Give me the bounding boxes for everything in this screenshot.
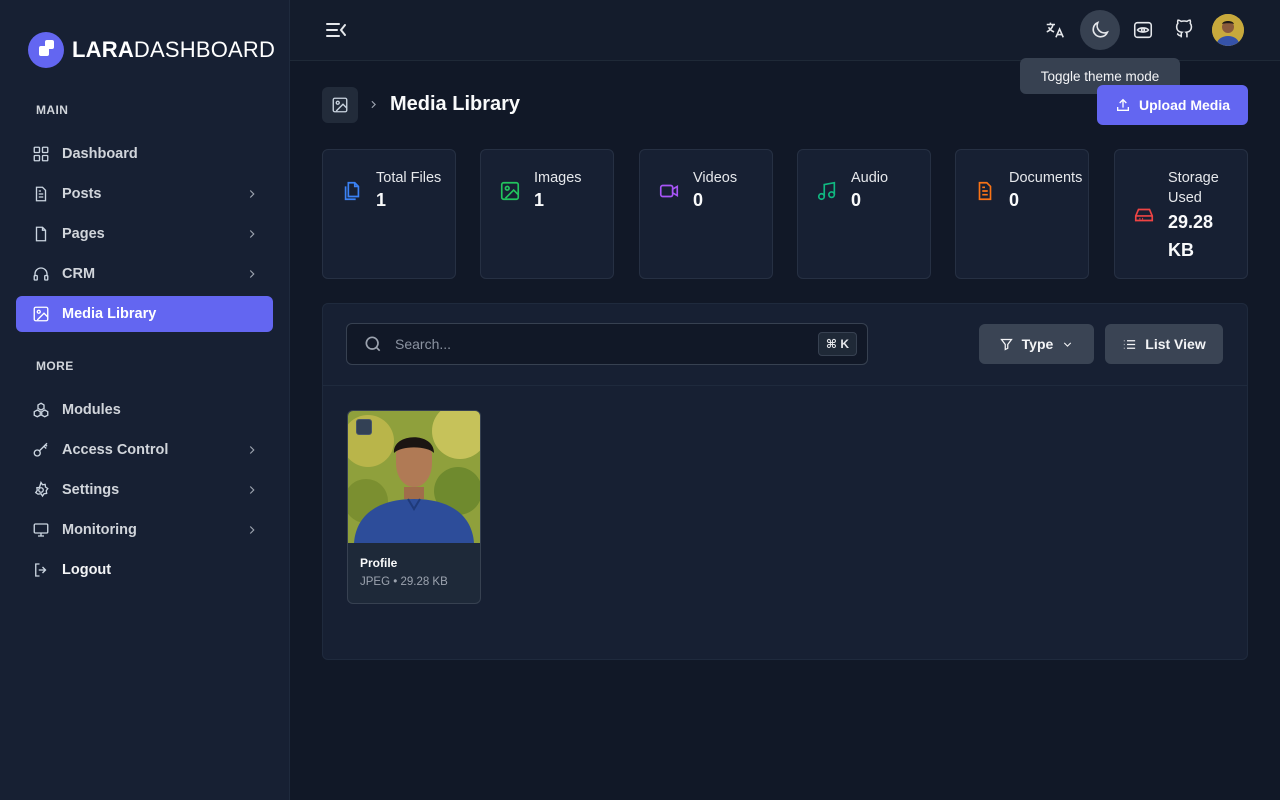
list-view-label: List View <box>1145 336 1206 352</box>
music-icon <box>817 181 836 201</box>
search-input[interactable] <box>395 324 795 364</box>
video-icon <box>659 184 679 198</box>
media-name: Profile <box>360 556 398 570</box>
stat-card-storage-used: Storage Used 29.28 KB <box>1114 149 1248 279</box>
list-icon <box>1124 339 1136 349</box>
sidebar-item-modules[interactable]: Modules <box>16 392 273 428</box>
upload-media-label: Upload Media <box>1138 97 1230 113</box>
chevron-right-icon <box>249 486 255 494</box>
chevron-down-icon <box>1064 341 1072 347</box>
language-icon[interactable] <box>1035 10 1075 50</box>
sidebar-item-posts[interactable]: Posts <box>16 176 273 212</box>
type-filter-button[interactable]: Type <box>979 324 1094 364</box>
stat-label: Audio <box>851 170 889 186</box>
sidebar-item-label: Pages <box>62 226 105 242</box>
headphones-icon <box>33 267 49 281</box>
sidebar-item-monitoring[interactable]: Monitoring <box>16 512 273 548</box>
file-icon <box>35 226 47 242</box>
chevron-right-icon <box>371 100 376 109</box>
stat-value: 0 <box>693 190 704 210</box>
chevron-right-icon <box>249 446 255 454</box>
sidebar-item-pages[interactable]: Pages <box>16 216 273 252</box>
stat-card-documents: Documents 0 <box>955 149 1089 279</box>
select-checkbox[interactable] <box>356 419 372 435</box>
sidebar-item-label: Posts <box>62 186 102 202</box>
preview-icon[interactable] <box>1123 10 1163 50</box>
sidebar-item-label: Dashboard <box>62 146 138 162</box>
search-icon <box>365 336 381 352</box>
grid-icon <box>33 146 49 162</box>
sidebar-item-label: Settings <box>62 482 120 498</box>
sidebar-item-crm[interactable]: CRM <box>16 256 273 292</box>
media-meta: JPEG • 29.28 KB <box>360 576 448 588</box>
list-view-button[interactable]: List View <box>1105 324 1223 364</box>
sidebar-item-label: Access Control <box>62 442 169 458</box>
files-icon <box>344 181 360 201</box>
stat-label: Total Files <box>376 170 442 186</box>
sidebar-item-label: Modules <box>62 402 121 418</box>
key-icon <box>33 442 48 457</box>
gear-icon <box>34 481 49 498</box>
sidebar: LARADASHBOARD MAIN Dashboard Posts Pages… <box>0 0 290 800</box>
stat-value: 0 <box>1009 190 1020 210</box>
media-card[interactable]: Profile JPEG • 29.28 KB <box>347 410 481 604</box>
sidebar-item-settings[interactable]: Settings <box>16 472 273 508</box>
stat-card-audio: Audio 0 <box>797 149 931 279</box>
stat-label: Images <box>534 170 582 186</box>
sidebar-item-label: Monitoring <box>62 522 137 538</box>
upload-icon <box>1116 98 1129 111</box>
section-label-more: MORE <box>36 359 74 373</box>
sidebar-item-access-control[interactable]: Access Control <box>16 432 273 468</box>
brand-name: LARADASHBOARD <box>72 37 276 62</box>
stat-label: Documents <box>1009 170 1083 186</box>
stat-card-total-files: Total Files 1 <box>322 149 456 279</box>
chevron-right-icon <box>249 230 255 238</box>
monitor-icon <box>33 523 49 537</box>
filter-icon <box>999 338 1013 351</box>
logout-icon <box>35 563 47 577</box>
image-icon <box>33 306 49 322</box>
media-thumbnail <box>348 411 480 543</box>
chevron-right-icon <box>249 270 255 278</box>
github-icon[interactable] <box>1164 10 1204 50</box>
media-library-icon <box>322 87 358 123</box>
sidebar-item-logout[interactable]: Logout <box>16 552 273 588</box>
sidebar-item-media-library[interactable]: Media Library <box>16 296 273 332</box>
stat-value: 1 <box>376 190 387 210</box>
media-panel: ⌘ K Type List View Profile <box>322 303 1248 660</box>
topbar <box>290 0 1280 61</box>
section-label-main: MAIN <box>36 103 69 117</box>
divider <box>323 385 1247 386</box>
sidebar-item-label: CRM <box>62 266 96 282</box>
stat-label: Videos <box>693 170 738 186</box>
moon-icon[interactable] <box>1080 10 1120 50</box>
modules-icon <box>33 402 49 418</box>
search-box[interactable]: ⌘ K <box>346 323 868 365</box>
stat-value: 1 <box>534 190 545 210</box>
stat-label: Storage Used <box>1168 170 1219 206</box>
page-title: Media Library <box>390 93 521 115</box>
sidebar-toggle-icon[interactable] <box>324 19 348 41</box>
stat-card-images: Images 1 <box>480 149 614 279</box>
drive-icon <box>1134 208 1154 222</box>
logo-mark-icon <box>28 32 64 68</box>
chevron-right-icon <box>249 526 255 534</box>
stat-value: 29.28 KB <box>1168 212 1214 260</box>
chevron-right-icon <box>249 190 255 198</box>
sidebar-item-label: Media Library <box>62 306 157 322</box>
document-icon <box>978 181 992 201</box>
shortcut-badge: ⌘ K <box>817 332 857 356</box>
sidebar-item-dashboard[interactable]: Dashboard <box>16 136 273 172</box>
upload-media-button[interactable]: Upload Media <box>1097 85 1248 125</box>
stat-value: 0 <box>851 190 862 210</box>
document-icon <box>35 186 47 202</box>
type-filter-label: Type <box>1021 336 1054 352</box>
stat-card-videos: Videos 0 <box>639 149 773 279</box>
avatar[interactable] <box>1212 14 1244 46</box>
sidebar-item-label: Logout <box>62 562 112 578</box>
brand-logo[interactable]: LARADASHBOARD <box>28 32 275 68</box>
image-icon <box>500 181 520 201</box>
